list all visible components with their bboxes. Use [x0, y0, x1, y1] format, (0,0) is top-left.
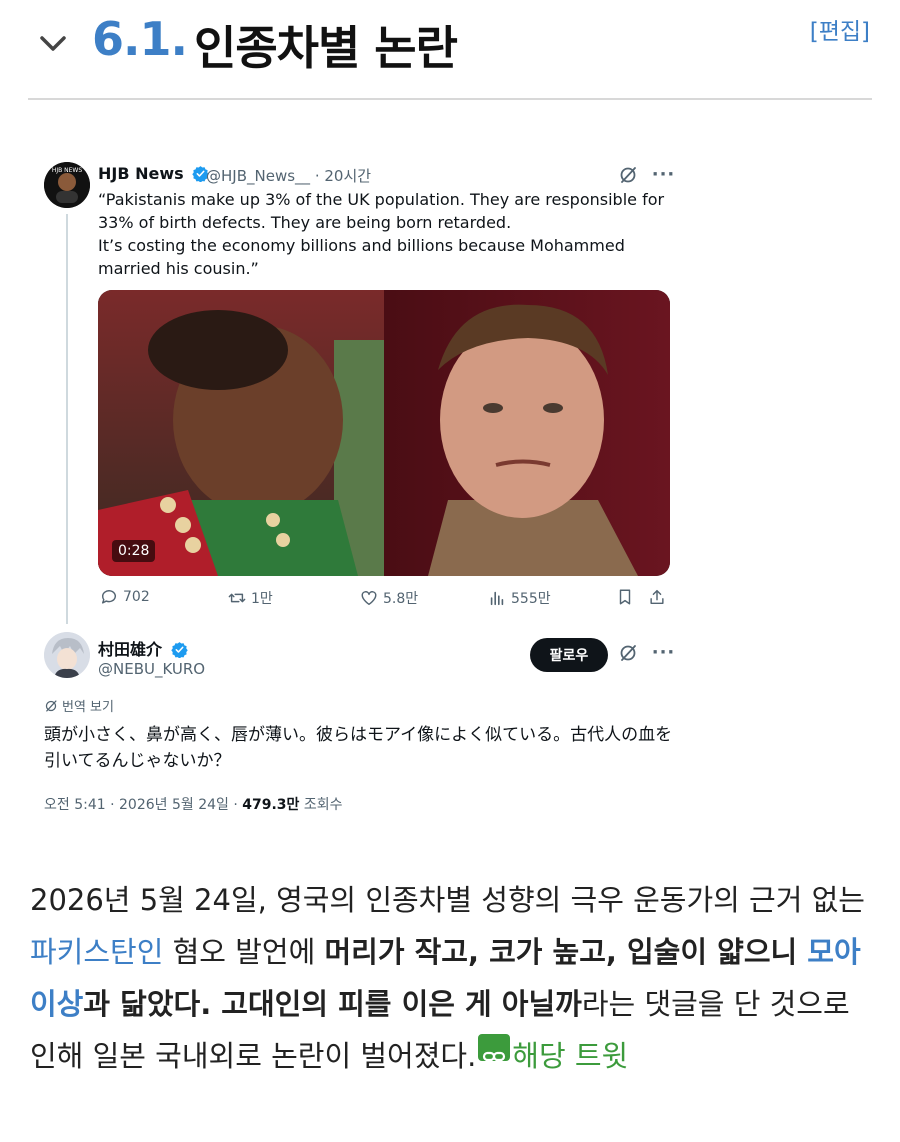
source-tweet-link[interactable]: 해당 트윗	[512, 1039, 628, 1073]
reply-author-name[interactable]: 村田雄介	[98, 636, 188, 660]
chevron-down-icon[interactable]	[36, 30, 70, 58]
paragraph-text: 혐오 발언에	[163, 935, 325, 969]
verified-badge-icon	[170, 642, 188, 658]
author-name[interactable]: HJB News	[98, 164, 209, 183]
video-thumbnail	[98, 290, 670, 576]
reply-meta: 오전 5:41 · 2026년 5월 24일 · 479.3만 조회수	[44, 794, 343, 814]
section-header: 6.1. 인종차별 논란 [편집]	[0, 0, 900, 100]
bookmark-icon	[619, 589, 631, 605]
more-icon[interactable]: ···	[652, 164, 676, 185]
more-icon[interactable]: ···	[652, 642, 676, 663]
retweet-count: 1만	[251, 591, 273, 607]
bookmark-button[interactable]	[616, 588, 634, 606]
article-paragraph: 2026년 5월 24일, 영국의 인종차별 성향의 극우 운동가의 근거 없는…	[30, 874, 876, 1082]
tweet-video[interactable]: 0:28	[98, 290, 670, 576]
reply-views-label: 조회수	[299, 797, 343, 813]
retweet-icon	[228, 593, 246, 603]
reply-views-count: 479.3만	[242, 797, 300, 813]
thread-line	[66, 214, 68, 624]
tweet-actions: 702 1만 5.8만 555만	[98, 588, 670, 612]
reply-text: 頭が小さく、鼻が高く、唇が薄い。彼らはモアイ像によく似ている。古代人の血を引いて…	[44, 725, 673, 771]
views-button[interactable]: 555만	[488, 588, 551, 608]
follow-button[interactable]: 팔로우	[530, 638, 608, 672]
section-number[interactable]: 6.1.	[92, 12, 188, 66]
reply-button[interactable]: 702	[100, 588, 150, 606]
video-duration: 0:28	[112, 540, 156, 562]
like-icon	[361, 591, 377, 606]
translate-link[interactable]: 번역 보기	[44, 696, 114, 715]
reply-author-name-text[interactable]: 村田雄介	[98, 640, 162, 659]
author-name-text[interactable]: HJB News	[98, 164, 184, 183]
tweet-text: “Pakistanis make up 3% of the UK populat…	[98, 190, 665, 278]
views-icon	[490, 591, 504, 606]
reply-count: 702	[123, 589, 150, 605]
tweet-embed: HJB NEWS HJB News @HJB_News__ · 20시간 ···…	[30, 144, 686, 830]
separator: ·	[314, 167, 320, 185]
tweet-time[interactable]: 20시간	[324, 167, 371, 185]
wiki-link-pakistanis[interactable]: 파키스탄인	[30, 935, 163, 969]
share-button[interactable]	[648, 588, 666, 606]
reply-timestamp[interactable]: 오전 5:41 · 2026년 5월 24일 ·	[44, 797, 242, 813]
divider	[28, 98, 872, 100]
share-icon	[650, 589, 664, 605]
grok-icon[interactable]	[618, 643, 638, 663]
svg-text:HJB NEWS: HJB NEWS	[52, 167, 83, 174]
translate-icon	[45, 699, 57, 712]
views-count: 555만	[511, 591, 551, 607]
avatar[interactable]	[44, 632, 90, 678]
paragraph-text: 2026년 5월 24일, 영국의 인종차별 성향의 극우 운동가의 근거 없는	[30, 883, 865, 917]
bold-quote: 과 닮았다. 고대인의 피를 이은 게 아닐까	[83, 987, 582, 1021]
tweet-header-icons: ···	[618, 164, 675, 185]
section-title: 인종차별 논란	[194, 21, 458, 75]
translate-label[interactable]: 번역 보기	[62, 696, 114, 715]
author-handle[interactable]: @HJB_News__	[206, 167, 310, 185]
like-button[interactable]: 5.8만	[360, 588, 418, 608]
external-link-icon[interactable]	[478, 1034, 511, 1062]
reply-icon	[101, 590, 116, 604]
bold-quote: 머리가 작고, 코가 높고, 입술이 얇으니	[324, 935, 808, 969]
edit-link[interactable]: [편집]	[810, 12, 870, 46]
reply-header-icons: ···	[618, 642, 675, 663]
retweet-button[interactable]: 1만	[228, 588, 273, 608]
avatar[interactable]: HJB NEWS	[44, 162, 90, 208]
grok-icon[interactable]	[618, 165, 638, 185]
reply-author-handle[interactable]: @NEBU_KURO	[98, 660, 205, 678]
author-handle-row: @HJB_News__ · 20시간	[206, 165, 371, 186]
like-count: 5.8만	[383, 591, 419, 607]
